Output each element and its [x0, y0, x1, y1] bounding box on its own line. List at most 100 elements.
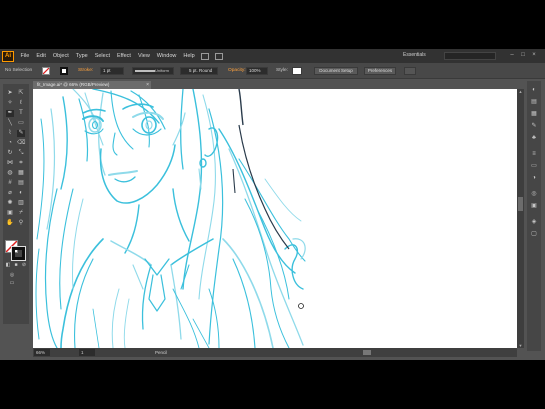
app-logo: Ai [2, 50, 14, 62]
pencil-tool-icon[interactable]: ✎ [17, 130, 25, 137]
illustrator-window: Ai File Edit Object Type Select Effect V… [0, 49, 545, 360]
vertical-scrollbar[interactable]: ▲ ▼ [517, 89, 524, 348]
color-guide-icon[interactable]: ▤ [530, 99, 538, 106]
horizontal-scroll-thumb[interactable] [363, 350, 371, 355]
appearance-icon[interactable]: ◎ [530, 191, 538, 198]
menu-select[interactable]: Select [91, 53, 113, 59]
menu-view[interactable]: View [134, 53, 153, 59]
stroke-weight-field[interactable]: 1 pt [100, 67, 124, 75]
vertical-scroll-thumb[interactable] [518, 197, 523, 211]
direct-selection-tool-icon[interactable]: ⇱ [17, 90, 25, 97]
close-icon[interactable]: × [530, 52, 538, 59]
opacity-label[interactable]: Opacity: [228, 68, 246, 73]
rectangle-tool-icon[interactable]: ▭ [17, 120, 25, 127]
type-tool-icon[interactable]: T [17, 110, 25, 117]
control-bar: No Selection Stroke: 1 pt Uniform 5 pt. … [0, 63, 545, 79]
magic-wand-tool-icon[interactable]: ✧ [6, 100, 14, 107]
menu-object[interactable]: Object [49, 53, 72, 59]
fill-swatch[interactable] [42, 67, 50, 75]
symbols-icon[interactable]: ♣ [530, 135, 538, 142]
perspective-grid-tool-icon[interactable]: ▦ [17, 170, 25, 177]
selection-tool-icon[interactable]: ➤ [6, 90, 14, 97]
tools-panel: ➤ ⇱ ✧ ℓ ✒ T ╲ ▭ ⌇ ✎ ◔ ⌫ ↻ ⤡ ⋈ ⌗ ◍ ▦ # ▤ … [3, 84, 29, 324]
artboard-navigation[interactable]: 1 [79, 349, 95, 356]
menu-bar: Ai File Edit Object Type Select Effect V… [0, 49, 545, 63]
scroll-up-arrow-icon[interactable]: ▲ [517, 89, 524, 94]
gradient-icon[interactable]: ▭ [530, 163, 538, 170]
blob-brush-tool-icon[interactable]: ◔ [6, 140, 14, 147]
ink-stroke [232, 168, 236, 194]
style-label: Style: [276, 68, 288, 73]
artboard-canvas[interactable] [33, 89, 517, 348]
lasso-tool-icon[interactable]: ℓ [17, 100, 25, 107]
stroke-swatch[interactable] [60, 67, 68, 75]
opacity-field[interactable]: 100% [246, 67, 268, 75]
mesh-tool-icon[interactable]: # [6, 180, 14, 187]
document-tab[interactable]: fit_Image.ai* @ 66% (RGB/Preview) × [33, 81, 151, 89]
hand-tool-icon[interactable]: ✋ [6, 220, 14, 227]
transparency-icon[interactable]: ◑ [530, 175, 538, 182]
current-tool-status[interactable]: Pencil [155, 349, 167, 356]
workspace-switcher[interactable]: Essentials [403, 52, 426, 58]
line-tool-icon[interactable]: ╲ [6, 120, 14, 127]
free-transform-tool-icon[interactable]: ⌗ [17, 160, 25, 167]
none-color-icon[interactable]: ⊘ [20, 262, 28, 269]
menu-file[interactable]: File [17, 53, 33, 59]
column-graph-tool-icon[interactable]: ▥ [17, 200, 25, 207]
pencil-cursor [298, 303, 304, 309]
menu-edit[interactable]: Edit [33, 53, 49, 59]
blend-tool-icon[interactable]: ◐ [17, 190, 25, 197]
ink-stroke [238, 89, 244, 126]
width-tool-icon[interactable]: ⋈ [6, 160, 14, 167]
sketch-lines [35, 89, 306, 348]
paintbrush-tool-icon[interactable]: ⌇ [6, 130, 14, 137]
panel-dock: ◐ ▤ ▦ ✎ ♣ ≡ ▭ ◑ ◎ ▣ ◈ ▢ [527, 81, 541, 351]
default-colors-icon[interactable]: ◧ [4, 262, 12, 269]
screen-mode-icon[interactable]: ▭ [8, 280, 16, 287]
profile-label: Uniform [155, 68, 170, 73]
eyedropper-tool-icon[interactable]: ⌀ [6, 190, 14, 197]
layers-icon[interactable]: ◈ [530, 219, 538, 226]
scale-tool-icon[interactable]: ⤡ [17, 150, 25, 157]
menu-type[interactable]: Type [72, 53, 91, 59]
ink-stroke [238, 124, 290, 250]
graphic-styles-icon[interactable]: ▣ [530, 203, 538, 210]
slice-tool-icon[interactable]: ⌿ [17, 210, 25, 217]
menu-window[interactable]: Window [153, 53, 180, 59]
variable-width-profile[interactable]: Uniform [132, 67, 174, 75]
stroke-icon[interactable]: ≡ [530, 151, 538, 158]
minimize-icon[interactable]: – [508, 52, 516, 59]
shape-builder-tool-icon[interactable]: ◍ [6, 170, 14, 177]
stroke-label[interactable]: Stroke: [78, 68, 93, 73]
eraser-tool-icon[interactable]: ⌫ [17, 140, 25, 147]
search-input[interactable] [444, 52, 496, 60]
zoom-level-field[interactable]: 66% [34, 349, 50, 356]
pencil-sketch [35, 89, 306, 348]
bridge-icon[interactable] [201, 52, 210, 60]
zoom-tool-icon[interactable]: ⚲ [17, 220, 25, 227]
arrange-documents-icon[interactable] [215, 52, 224, 60]
rotate-tool-icon[interactable]: ↻ [6, 150, 14, 157]
brushes-icon[interactable]: ✎ [530, 123, 538, 130]
graphic-style-swatch[interactable] [292, 67, 302, 75]
stroke-color-box[interactable] [11, 246, 26, 261]
selection-status: No Selection [5, 68, 33, 73]
brush-definition[interactable]: 5 pt. Round [180, 67, 218, 75]
menu-effect[interactable]: Effect [114, 53, 135, 59]
gradient-tool-icon[interactable]: ▤ [17, 180, 25, 187]
pen-tool-icon[interactable]: ✒ [6, 110, 14, 117]
document-setup-button[interactable]: Document Setup [314, 67, 358, 75]
arrange-icon[interactable] [404, 67, 416, 75]
close-tab-icon[interactable]: × [146, 81, 149, 89]
color-mode-icon[interactable]: ■ [12, 262, 20, 269]
menu-help[interactable]: Help [180, 53, 198, 59]
draw-mode-icon[interactable]: ◎ [8, 272, 16, 279]
scroll-down-arrow-icon[interactable]: ▼ [517, 343, 524, 348]
maximize-icon[interactable]: □ [519, 52, 527, 59]
preferences-button[interactable]: Preferences [364, 67, 396, 75]
artboard-tool-icon[interactable]: ▣ [6, 210, 14, 217]
symbol-sprayer-tool-icon[interactable]: ✺ [6, 200, 14, 207]
swatches-icon[interactable]: ▦ [530, 111, 538, 118]
artboards-icon[interactable]: ▢ [530, 231, 538, 238]
color-panel-icon[interactable]: ◐ [530, 87, 538, 94]
